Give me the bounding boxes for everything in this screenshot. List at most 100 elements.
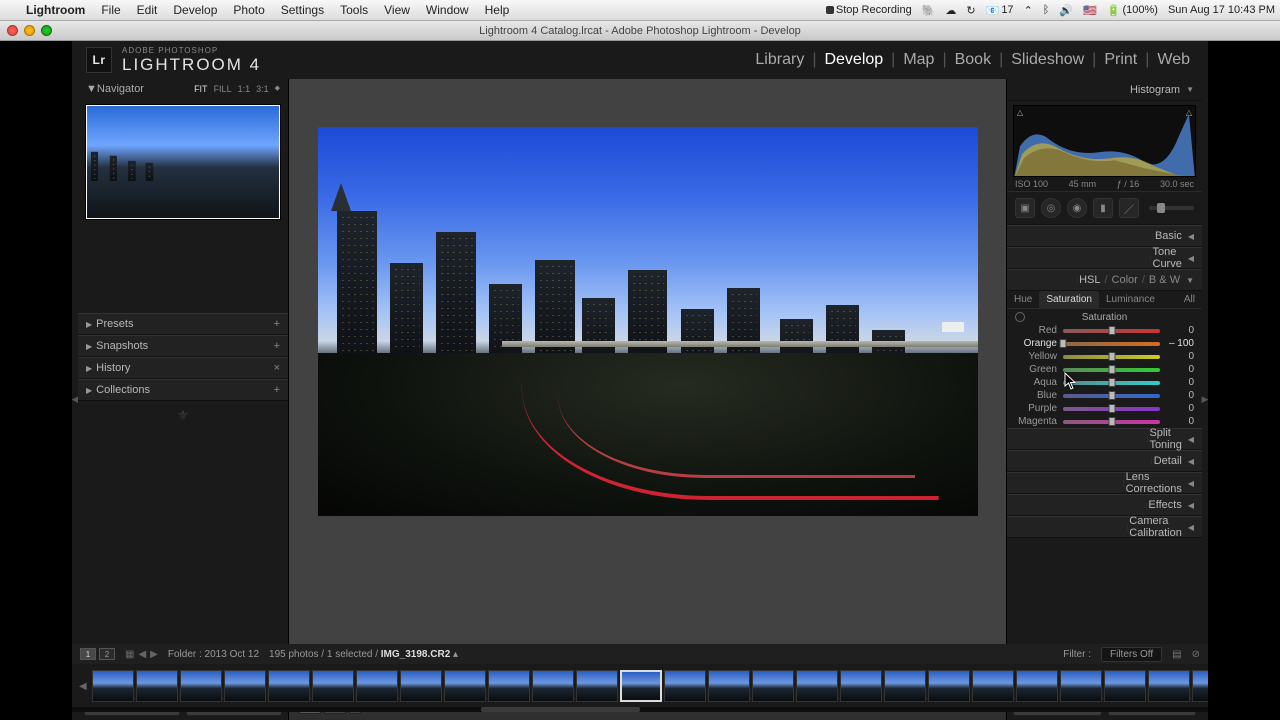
slider-green[interactable]: [1063, 368, 1160, 372]
filmstrip-scrollbar[interactable]: [72, 707, 1208, 712]
filmstrip-thumb[interactable]: [576, 670, 618, 702]
filmstrip-left-arrow[interactable]: ◀: [76, 681, 90, 692]
filter-lock-icon[interactable]: ▤: [1172, 649, 1181, 660]
color-tab[interactable]: Color: [1112, 274, 1138, 286]
module-print[interactable]: Print: [1100, 51, 1141, 69]
menu-settings[interactable]: Settings: [273, 3, 332, 17]
menu-help[interactable]: Help: [477, 3, 518, 17]
filmstrip-thumb[interactable]: [92, 670, 134, 702]
battery[interactable]: 🔋 (100%): [1102, 4, 1163, 17]
panel-effects[interactable]: Effects: [1148, 499, 1181, 511]
slider-red[interactable]: [1063, 329, 1160, 333]
app-name[interactable]: Lightroom: [18, 3, 93, 17]
filmstrip-thumb[interactable]: [928, 670, 970, 702]
slider-value-red[interactable]: 0: [1166, 325, 1194, 336]
panel-camera-calibration[interactable]: Camera Calibration: [1129, 515, 1182, 539]
dropbox-icon[interactable]: ☁: [940, 4, 961, 17]
filmstrip-thumb[interactable]: [796, 670, 838, 702]
section-history[interactable]: History: [96, 362, 273, 374]
zoom-window-button[interactable]: [41, 25, 52, 36]
wifi-icon[interactable]: ⌃: [1019, 4, 1038, 17]
menu-file[interactable]: File: [93, 3, 128, 17]
module-book[interactable]: Book: [951, 51, 995, 69]
panel-basic[interactable]: Basic: [1155, 230, 1182, 242]
filmstrip-thumb[interactable]: [840, 670, 882, 702]
filmstrip-thumb[interactable]: [752, 670, 794, 702]
module-map[interactable]: Map: [899, 51, 938, 69]
targeted-adjust-tool[interactable]: [1015, 312, 1025, 322]
filmstrip-thumb[interactable]: [180, 670, 222, 702]
bluetooth-icon[interactable]: ᛒ: [1038, 4, 1055, 16]
section-disclosure-icon[interactable]: ▶: [86, 364, 92, 373]
zoom-1-1[interactable]: 1:1: [238, 84, 251, 94]
section-action-icon[interactable]: +: [274, 340, 280, 352]
slider-value-green[interactable]: 0: [1166, 364, 1194, 375]
zoom-fill[interactable]: FILL: [214, 84, 232, 94]
filter-switch-icon[interactable]: ⊘: [1192, 649, 1200, 660]
module-library[interactable]: Library: [751, 51, 808, 69]
subtab-saturation[interactable]: Saturation: [1039, 291, 1099, 308]
close-window-button[interactable]: [7, 25, 18, 36]
section-disclosure-icon[interactable]: ▶: [86, 320, 92, 329]
next-icon[interactable]: ▶: [150, 649, 158, 660]
slider-orange[interactable]: [1063, 342, 1160, 346]
slider-value-orange[interactable]: – 100: [1166, 338, 1194, 349]
menu-photo[interactable]: Photo: [225, 3, 272, 17]
slider-value-blue[interactable]: 0: [1166, 390, 1194, 401]
notification-count[interactable]: 📧 17: [981, 4, 1019, 17]
filmstrip-thumb[interactable]: [400, 670, 442, 702]
right-edge-toggle[interactable]: ▶: [1202, 79, 1208, 720]
section-action-icon[interactable]: ×: [274, 362, 280, 374]
crop-tool[interactable]: ▣: [1015, 198, 1035, 218]
volume-icon[interactable]: 🔊: [1054, 4, 1078, 17]
module-slideshow[interactable]: Slideshow: [1007, 51, 1088, 69]
navigator-disclosure-icon[interactable]: ▼: [86, 83, 97, 95]
histogram[interactable]: △ △: [1013, 105, 1196, 177]
filmstrip-thumb[interactable]: [708, 670, 750, 702]
spot-tool[interactable]: ◎: [1041, 198, 1061, 218]
slider-purple[interactable]: [1063, 407, 1160, 411]
subtab-hue[interactable]: Hue: [1007, 291, 1039, 308]
flag-icon[interactable]: 🇺🇸: [1078, 4, 1102, 17]
panel-detail[interactable]: Detail: [1154, 455, 1182, 467]
section-presets[interactable]: Presets: [96, 318, 273, 330]
panel-split-toning[interactable]: Split Toning: [1149, 427, 1181, 451]
filmstrip-thumb[interactable]: [268, 670, 310, 702]
section-action-icon[interactable]: +: [274, 318, 280, 330]
section-disclosure-icon[interactable]: ▶: [86, 386, 92, 395]
filmstrip-thumb[interactable]: [1148, 670, 1190, 702]
brush-tool[interactable]: ／: [1119, 198, 1139, 218]
module-web[interactable]: Web: [1153, 51, 1194, 69]
menu-window[interactable]: Window: [418, 3, 477, 17]
section-disclosure-icon[interactable]: ▶: [86, 342, 92, 351]
grid-icon[interactable]: ▦: [125, 649, 134, 660]
grad-filter-tool[interactable]: ▮: [1093, 198, 1113, 218]
minimize-window-button[interactable]: [24, 25, 35, 36]
subtab-luminance[interactable]: Luminance: [1099, 291, 1162, 308]
sync-icon[interactable]: ↻: [961, 4, 980, 17]
navigator-preview[interactable]: [86, 105, 280, 219]
evernote-icon[interactable]: 🐘: [917, 4, 941, 17]
section-snapshots[interactable]: Snapshots: [96, 340, 273, 352]
menu-edit[interactable]: Edit: [129, 3, 166, 17]
slider-value-purple[interactable]: 0: [1166, 403, 1194, 414]
filmstrip-thumb[interactable]: [224, 670, 266, 702]
filmstrip-thumb[interactable]: [1104, 670, 1146, 702]
filmstrip-thumb[interactable]: [488, 670, 530, 702]
filmstrip-thumb[interactable]: [1060, 670, 1102, 702]
menu-tools[interactable]: Tools: [332, 3, 376, 17]
zoom-menu-icon[interactable]: ◆: [275, 84, 280, 94]
tool-slider[interactable]: [1149, 206, 1194, 210]
zoom-fit[interactable]: FIT: [194, 84, 208, 94]
clock[interactable]: Sun Aug 17 10:43 PM: [1163, 4, 1280, 16]
filmstrip-thumb[interactable]: [312, 670, 354, 702]
slider-magenta[interactable]: [1063, 420, 1160, 424]
zoom-3-1[interactable]: 3:1: [256, 84, 269, 94]
filmstrip-thumb[interactable]: [664, 670, 706, 702]
panel-lens-corrections[interactable]: Lens Corrections: [1126, 471, 1182, 495]
filmstrip-thumb[interactable]: [1016, 670, 1058, 702]
filmstrip-thumb[interactable]: [972, 670, 1014, 702]
primary-monitor-button[interactable]: 1: [80, 648, 96, 660]
redeye-tool[interactable]: ◉: [1067, 198, 1087, 218]
secondary-monitor-button[interactable]: 2: [99, 648, 115, 660]
